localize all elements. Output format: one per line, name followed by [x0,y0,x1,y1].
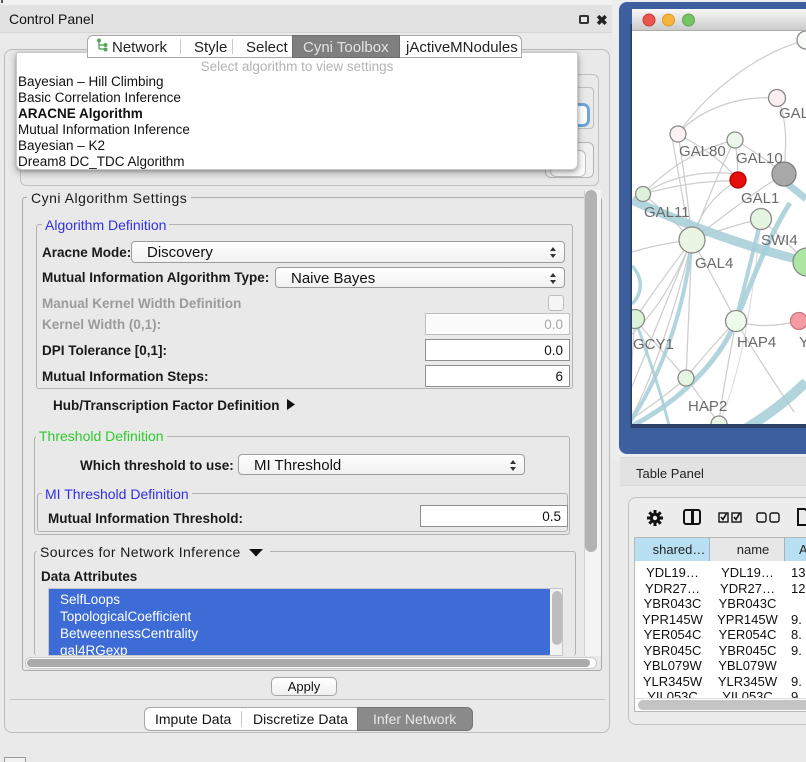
svg-text:GAL2: GAL2 [779,105,806,122]
svg-text:HAP2: HAP2 [688,398,727,415]
svg-text:GAL80: GAL80 [679,143,726,160]
svg-text:YPL: YPL [799,334,806,351]
svg-text:GAL10: GAL10 [736,150,783,167]
svg-text:GAL11: GAL11 [644,204,690,221]
svg-text:GAL4: GAL4 [695,255,733,272]
svg-text:SWI4: SWI4 [761,232,798,249]
svg-text:GCY1: GCY1 [633,336,674,353]
svg-text:HAP4: HAP4 [737,334,776,351]
svg-text:GAL1: GAL1 [741,190,779,207]
